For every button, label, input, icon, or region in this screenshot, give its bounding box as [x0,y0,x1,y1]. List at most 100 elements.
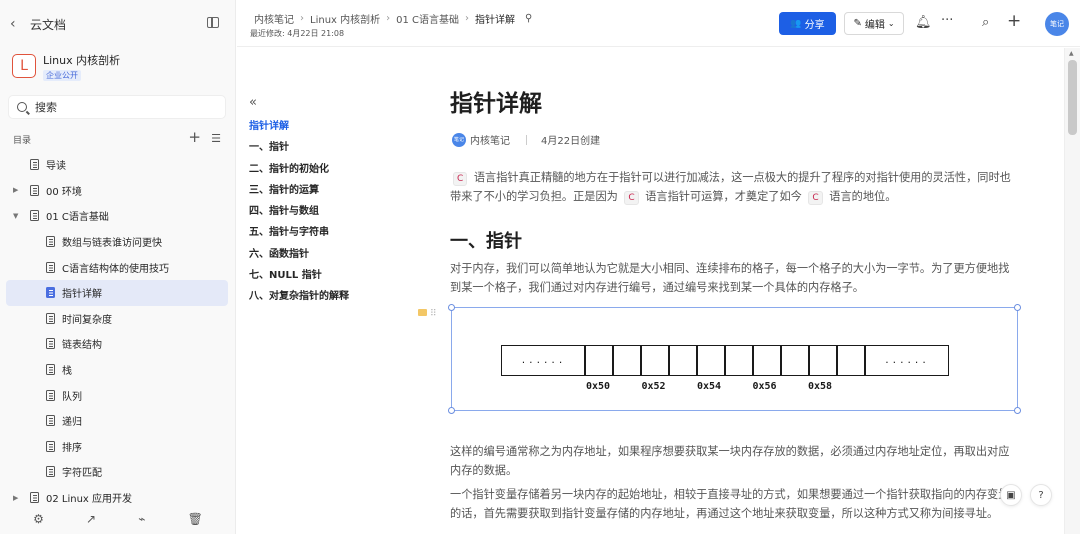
sidebar-item[interactable]: 递归 [6,408,228,434]
help-button[interactable]: ? [1030,484,1052,506]
repo-name[interactable]: Linux 内核剖析 [43,54,120,67]
repo-visibility-badge: 企业公开 [43,70,81,81]
caret-down-icon[interactable]: ▼ [13,212,21,220]
resize-handle[interactable] [1014,304,1021,311]
outline-item[interactable]: 四、指针与数组 [249,205,349,226]
outline-item[interactable]: 七、NULL 指针 [249,269,349,290]
memory-cell [584,345,614,376]
scrollbar[interactable]: ▲ [1064,48,1080,534]
caret-right-icon[interactable]: ▶ [13,186,21,194]
paragraph: 一个指针变量存储着另一块内存的起始地址，相较于直接寻址的方式，如果想要通过一个指… [450,488,1010,520]
created-date: 4月22日创建 [541,136,601,147]
document-icon [46,364,55,376]
memory-cell [752,345,782,376]
edit-button[interactable]: ✎ 编辑 ⌄ [844,12,904,35]
share-out-icon[interactable]: ↗ [86,512,96,526]
sidebar-item-label: 字符匹配 [62,468,102,480]
toc-settings-icon[interactable]: ☰ [211,132,221,145]
sidebar-item[interactable]: 排序 [6,434,228,460]
doc-meta: 笔记 内核笔记 4月22日创建 [452,132,600,147]
memory-cell [612,345,642,376]
share-label: 分享 [804,20,825,31]
pin-icon[interactable]: ⚲ [525,13,532,24]
outline-item[interactable]: 六、函数指针 [249,248,349,269]
document-icon [46,236,55,248]
collapse-sidebar-icon[interactable] [207,17,219,28]
breadcrumb-item[interactable]: 01 C语言基础 [396,11,459,26]
outline-item[interactable]: 一、指针 [249,141,349,162]
sidebar-item[interactable]: C语言结构体的使用技巧 [6,254,228,280]
outline-item[interactable]: 三、指针的运算 [249,184,349,205]
breadcrumb-item[interactable]: 内核笔记 [254,11,294,26]
document-icon [46,338,55,350]
resize-handle[interactable] [1014,407,1021,414]
trash-icon[interactable]: 🗑 [188,512,203,526]
outline-panel: « 指针详解 一、指针 二、指针的初始化 三、指针的运算 四、指针与数组 五、指针与字符串… [249,95,349,312]
sidebar-item-label: 排序 [62,442,82,454]
back-icon[interactable]: ‹ [10,16,24,32]
outline-item[interactable]: 八、对复杂指针的解释 [249,290,349,311]
text-run: 语言指针可运算，才奠定了如今 [641,190,806,203]
document-icon [46,287,55,299]
sidebar-item[interactable]: ▼ 01 C语言基础 [6,203,228,229]
memory-cell [696,345,726,376]
outline-item[interactable]: 五、指针与字符串 [249,226,349,247]
chevron-down-icon: ⌄ [887,19,895,28]
document-icon [46,261,55,273]
author-avatar[interactable]: 笔记 [452,132,466,147]
add-doc-icon[interactable]: + [188,130,201,145]
breadcrumb-item[interactable]: Linux 内核剖析 [310,11,380,26]
back-label[interactable]: 云文档 [30,16,66,33]
sidebar-item[interactable]: 指针详解 [6,279,228,306]
sidebar-item[interactable]: 数组与链表谁访问更快 [6,229,228,255]
author-name[interactable]: 内核笔记 [470,132,510,147]
text-run: 语言的地位。 [825,190,897,203]
memory-cell [640,345,670,376]
inline-code: C [624,191,639,205]
sidebar-item-label: 导读 [46,161,66,173]
breadcrumb-current: 指针详解 [475,15,516,26]
sidebar: ‹ 云文档 L Linux 内核剖析 企业公开 搜索 目录 + ☰ 导读 ▶ 00 … [0,0,236,534]
pencil-icon: ✎ [853,18,862,29]
memory-address-label: 0x56 [752,381,777,392]
bell-icon[interactable]: 🔔︎ [915,15,932,30]
sidebar-item-label: 队列 [62,391,82,403]
edit-label: 编辑 [864,20,885,31]
sidebar-item[interactable]: ▶ 00 环境 [6,178,228,204]
last-modified: 最近修改: 4月22日 21:08 [250,29,345,38]
document-icon [30,492,39,504]
memory-cell [836,345,866,376]
sidebar-item[interactable]: 字符匹配 [6,459,228,485]
share-button[interactable]: 👥 分享 [779,12,836,35]
sidebar-item[interactable]: 栈 [6,357,228,383]
more-icon[interactable]: ··· [941,13,953,28]
sidebar-item[interactable]: 导读 [6,152,228,178]
settings-icon[interactable]: ⚙ [33,512,44,526]
resize-handle[interactable] [448,407,455,414]
paragraph: 对于内存，我们可以简单地认为它就是大小相同、连续排布的格子，每一个格子的大小为一… [450,262,1010,294]
repo-logo: L [12,54,36,78]
memory-address-label: 0x54 [697,381,722,392]
collapse-outline-icon[interactable]: « [249,95,349,110]
stats-icon[interactable]: ⌁ [138,512,145,526]
caret-right-icon[interactable]: ▶ [13,494,21,502]
doc-tools-button[interactable]: ▣ [1000,484,1022,506]
doc-tree: 导读 ▶ 00 环境 ▼ 01 C语言基础数组与链表谁访问更快 C语言结构体的使用技巧 指针… [6,152,228,510]
outline-item[interactable]: 二、指针的初始化 [249,163,349,184]
sidebar-item-label: 01 C语言基础 [46,212,109,224]
sidebar-item[interactable]: 链表结构 [6,331,228,357]
add-icon[interactable]: + [1007,11,1021,31]
scrollbar-thumb[interactable] [1068,60,1077,135]
toc-header: 目录 + ☰ [13,130,223,147]
avatar[interactable]: 笔记 [1045,12,1069,36]
outline-item[interactable]: 指针详解 [249,120,349,141]
figure-toolbar[interactable]: ⠿ [418,309,437,319]
search-input[interactable]: 搜索 [8,95,226,119]
document-icon [46,312,55,324]
resize-handle[interactable] [448,304,455,311]
sidebar-item[interactable]: 队列 [6,382,228,408]
repo-header[interactable]: L Linux 内核剖析 企业公开 [12,54,120,81]
sidebar-item[interactable]: 时间复杂度 [6,306,228,332]
scroll-up-icon[interactable]: ▲ [1069,50,1074,57]
search-icon[interactable]: ⌕ [982,15,989,30]
